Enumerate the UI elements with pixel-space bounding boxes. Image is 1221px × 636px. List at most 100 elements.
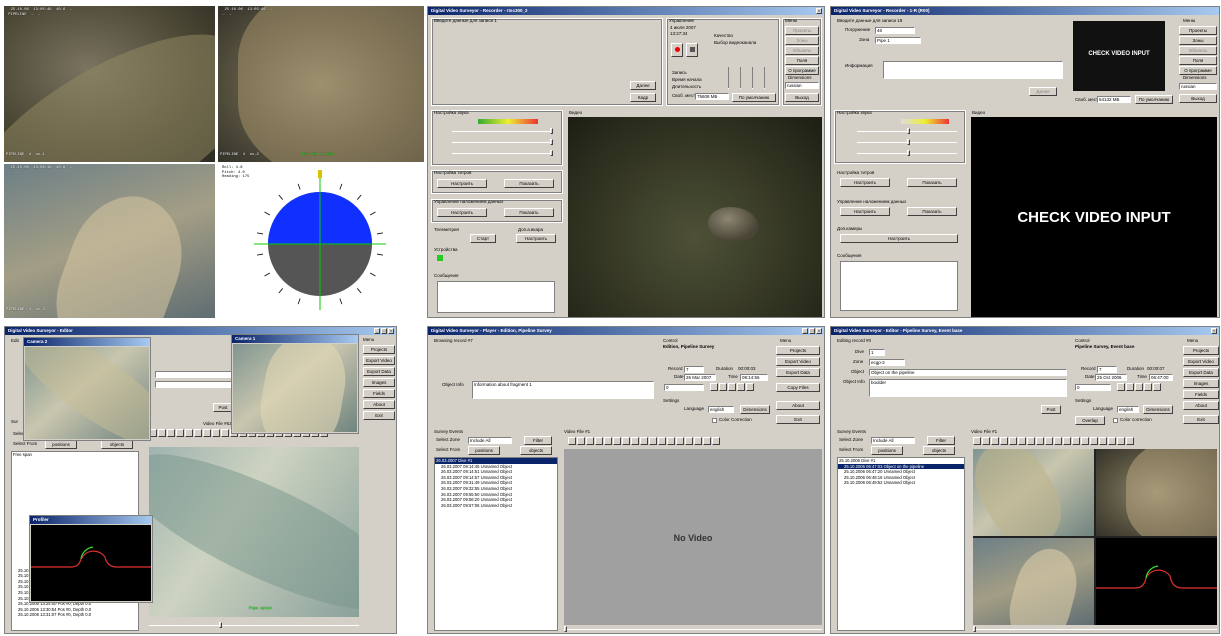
step-icon[interactable] (212, 429, 220, 437)
rewind-icon[interactable] (613, 437, 621, 445)
select-zone[interactable]: Include All (871, 437, 915, 444)
forward-icon[interactable] (203, 429, 211, 437)
volume-slider-1[interactable] (452, 128, 553, 134)
record-button[interactable] (671, 43, 683, 57)
tint-show-button[interactable]: Показать (504, 179, 554, 188)
exit-button[interactable]: Выход (1179, 94, 1217, 103)
tint-show-button[interactable]: Показать (907, 178, 957, 187)
prev-icon[interactable] (595, 437, 603, 445)
first-icon[interactable] (710, 383, 718, 391)
camera1-video[interactable] (233, 344, 357, 432)
slider-2[interactable] (740, 67, 741, 89)
grid-icon[interactable] (694, 437, 702, 445)
prev-icon[interactable] (1126, 383, 1134, 391)
options-icon[interactable] (667, 437, 675, 445)
volume-slider-2[interactable] (857, 139, 957, 145)
counter-field[interactable]: 0 (664, 384, 704, 391)
jump-icon[interactable] (746, 383, 754, 391)
last-icon[interactable] (737, 383, 745, 391)
zoom-icon[interactable] (221, 429, 229, 437)
maximize-icon[interactable]: □ (809, 328, 815, 334)
next-button[interactable]: Далее (630, 81, 656, 90)
pause-icon[interactable] (982, 437, 990, 445)
objects-button[interactable]: objects (923, 446, 955, 455)
overlay-show-button[interactable]: Показать (504, 208, 554, 217)
menu-item-export-video[interactable]: Export Video (1183, 357, 1219, 366)
extra-configure-button[interactable]: Настроить (516, 234, 556, 243)
next-icon[interactable] (1135, 383, 1143, 391)
menu-item-about[interactable]: О программе (1179, 66, 1217, 75)
next-button[interactable]: Далее (1029, 87, 1057, 96)
close-icon[interactable]: × (388, 328, 394, 334)
positions-button[interactable]: positions (45, 440, 77, 449)
color-correction-checkbox[interactable] (712, 418, 717, 423)
frame-button[interactable]: Кадр (630, 93, 656, 102)
tree-item[interactable]: 25.10.2006 06:49:52 Unnamed Object (838, 480, 964, 486)
prev-icon[interactable] (176, 429, 184, 437)
default-button[interactable]: По умолчанию (1135, 95, 1173, 104)
menu-item-exit[interactable]: Exit (1183, 415, 1219, 424)
rewind-icon[interactable] (1018, 437, 1026, 445)
extra-configure-button[interactable]: Настроить (840, 234, 958, 243)
object-select[interactable]: Object on the pipeline (869, 369, 1067, 376)
export-icon[interactable] (676, 437, 684, 445)
tree-item[interactable]: 25.10.2006 13:31:07 Pos #0, Depth 0.0 (12, 612, 138, 618)
messages-box[interactable] (840, 261, 958, 311)
minimize-icon[interactable]: _ (374, 328, 380, 334)
volume-slider-3[interactable] (857, 150, 957, 156)
seek-slider[interactable] (149, 622, 359, 628)
stage-field[interactable]: 46 (875, 27, 915, 34)
menu-item-about[interactable]: About (776, 401, 820, 410)
text-icon[interactable] (658, 437, 666, 445)
info-icon[interactable] (1108, 437, 1116, 445)
language-select[interactable]: russian (1179, 83, 1217, 90)
telemetry-start-button[interactable]: Старт (470, 234, 496, 243)
exit-button[interactable]: Выход (785, 93, 819, 102)
camera-view-2[interactable]: 25.10.06 13:05:46 … … … PIPELINE 4 ov-2 … (218, 6, 424, 162)
object-info-field[interactable]: Information about fragment 1 (472, 381, 654, 399)
menu-item-projects[interactable]: Проекты (785, 26, 819, 35)
quad-video[interactable] (973, 449, 1217, 625)
zone-select[interactable]: ecgp-2 (869, 359, 905, 366)
seek-slider[interactable] (564, 626, 822, 632)
language-select[interactable]: english (708, 406, 734, 413)
zone-select[interactable]: Pipe 1 (875, 37, 921, 44)
tint-configure-button[interactable]: Настроить (840, 178, 890, 187)
copy-files-button[interactable]: Copy Files (776, 383, 820, 392)
marker-icon[interactable] (1054, 437, 1062, 445)
zoom-icon[interactable] (631, 437, 639, 445)
positions-button[interactable]: positions (871, 446, 903, 455)
camera1-window[interactable]: Camera 1 (231, 334, 359, 434)
pause-icon[interactable] (158, 429, 166, 437)
extra-icon[interactable] (1126, 437, 1134, 445)
maximize-icon[interactable]: □ (381, 328, 387, 334)
play-icon[interactable] (568, 437, 576, 445)
filter-button[interactable]: Filter (524, 436, 552, 445)
menu-item-images[interactable]: Images (1183, 379, 1219, 388)
menu-item-export-video[interactable]: Export Video (776, 357, 820, 366)
camera2-window[interactable]: Camera 2 (23, 337, 151, 441)
profiler-window[interactable]: Profiler (29, 515, 153, 603)
menu-item-exit[interactable]: Exit (776, 415, 820, 424)
next-icon[interactable] (728, 383, 736, 391)
jump-icon[interactable] (1153, 383, 1161, 391)
options-icon[interactable] (1072, 437, 1080, 445)
stop-icon[interactable] (586, 437, 594, 445)
play-icon[interactable] (973, 437, 981, 445)
menu-item-about[interactable]: О программе (785, 66, 819, 75)
seek-slider[interactable] (973, 626, 1217, 632)
menu-item-fields[interactable]: Fields (363, 389, 395, 398)
slider-4[interactable] (764, 67, 765, 89)
menu-item-fields[interactable]: Поля (785, 56, 819, 65)
minimize-icon[interactable]: _ (802, 328, 808, 334)
menu-item-images[interactable]: Images (363, 378, 395, 387)
settings-icon[interactable] (685, 437, 693, 445)
objects-button[interactable]: objects (520, 446, 552, 455)
overlay-configure-button[interactable]: Настроить (840, 207, 890, 216)
text-icon[interactable] (1063, 437, 1071, 445)
tint-configure-button[interactable]: Настроить (437, 179, 487, 188)
dimensions-button[interactable]: Dimensions (740, 405, 770, 414)
prev-icon[interactable] (719, 383, 727, 391)
zoom-icon[interactable] (1036, 437, 1044, 445)
volume-slider-2[interactable] (452, 139, 553, 145)
